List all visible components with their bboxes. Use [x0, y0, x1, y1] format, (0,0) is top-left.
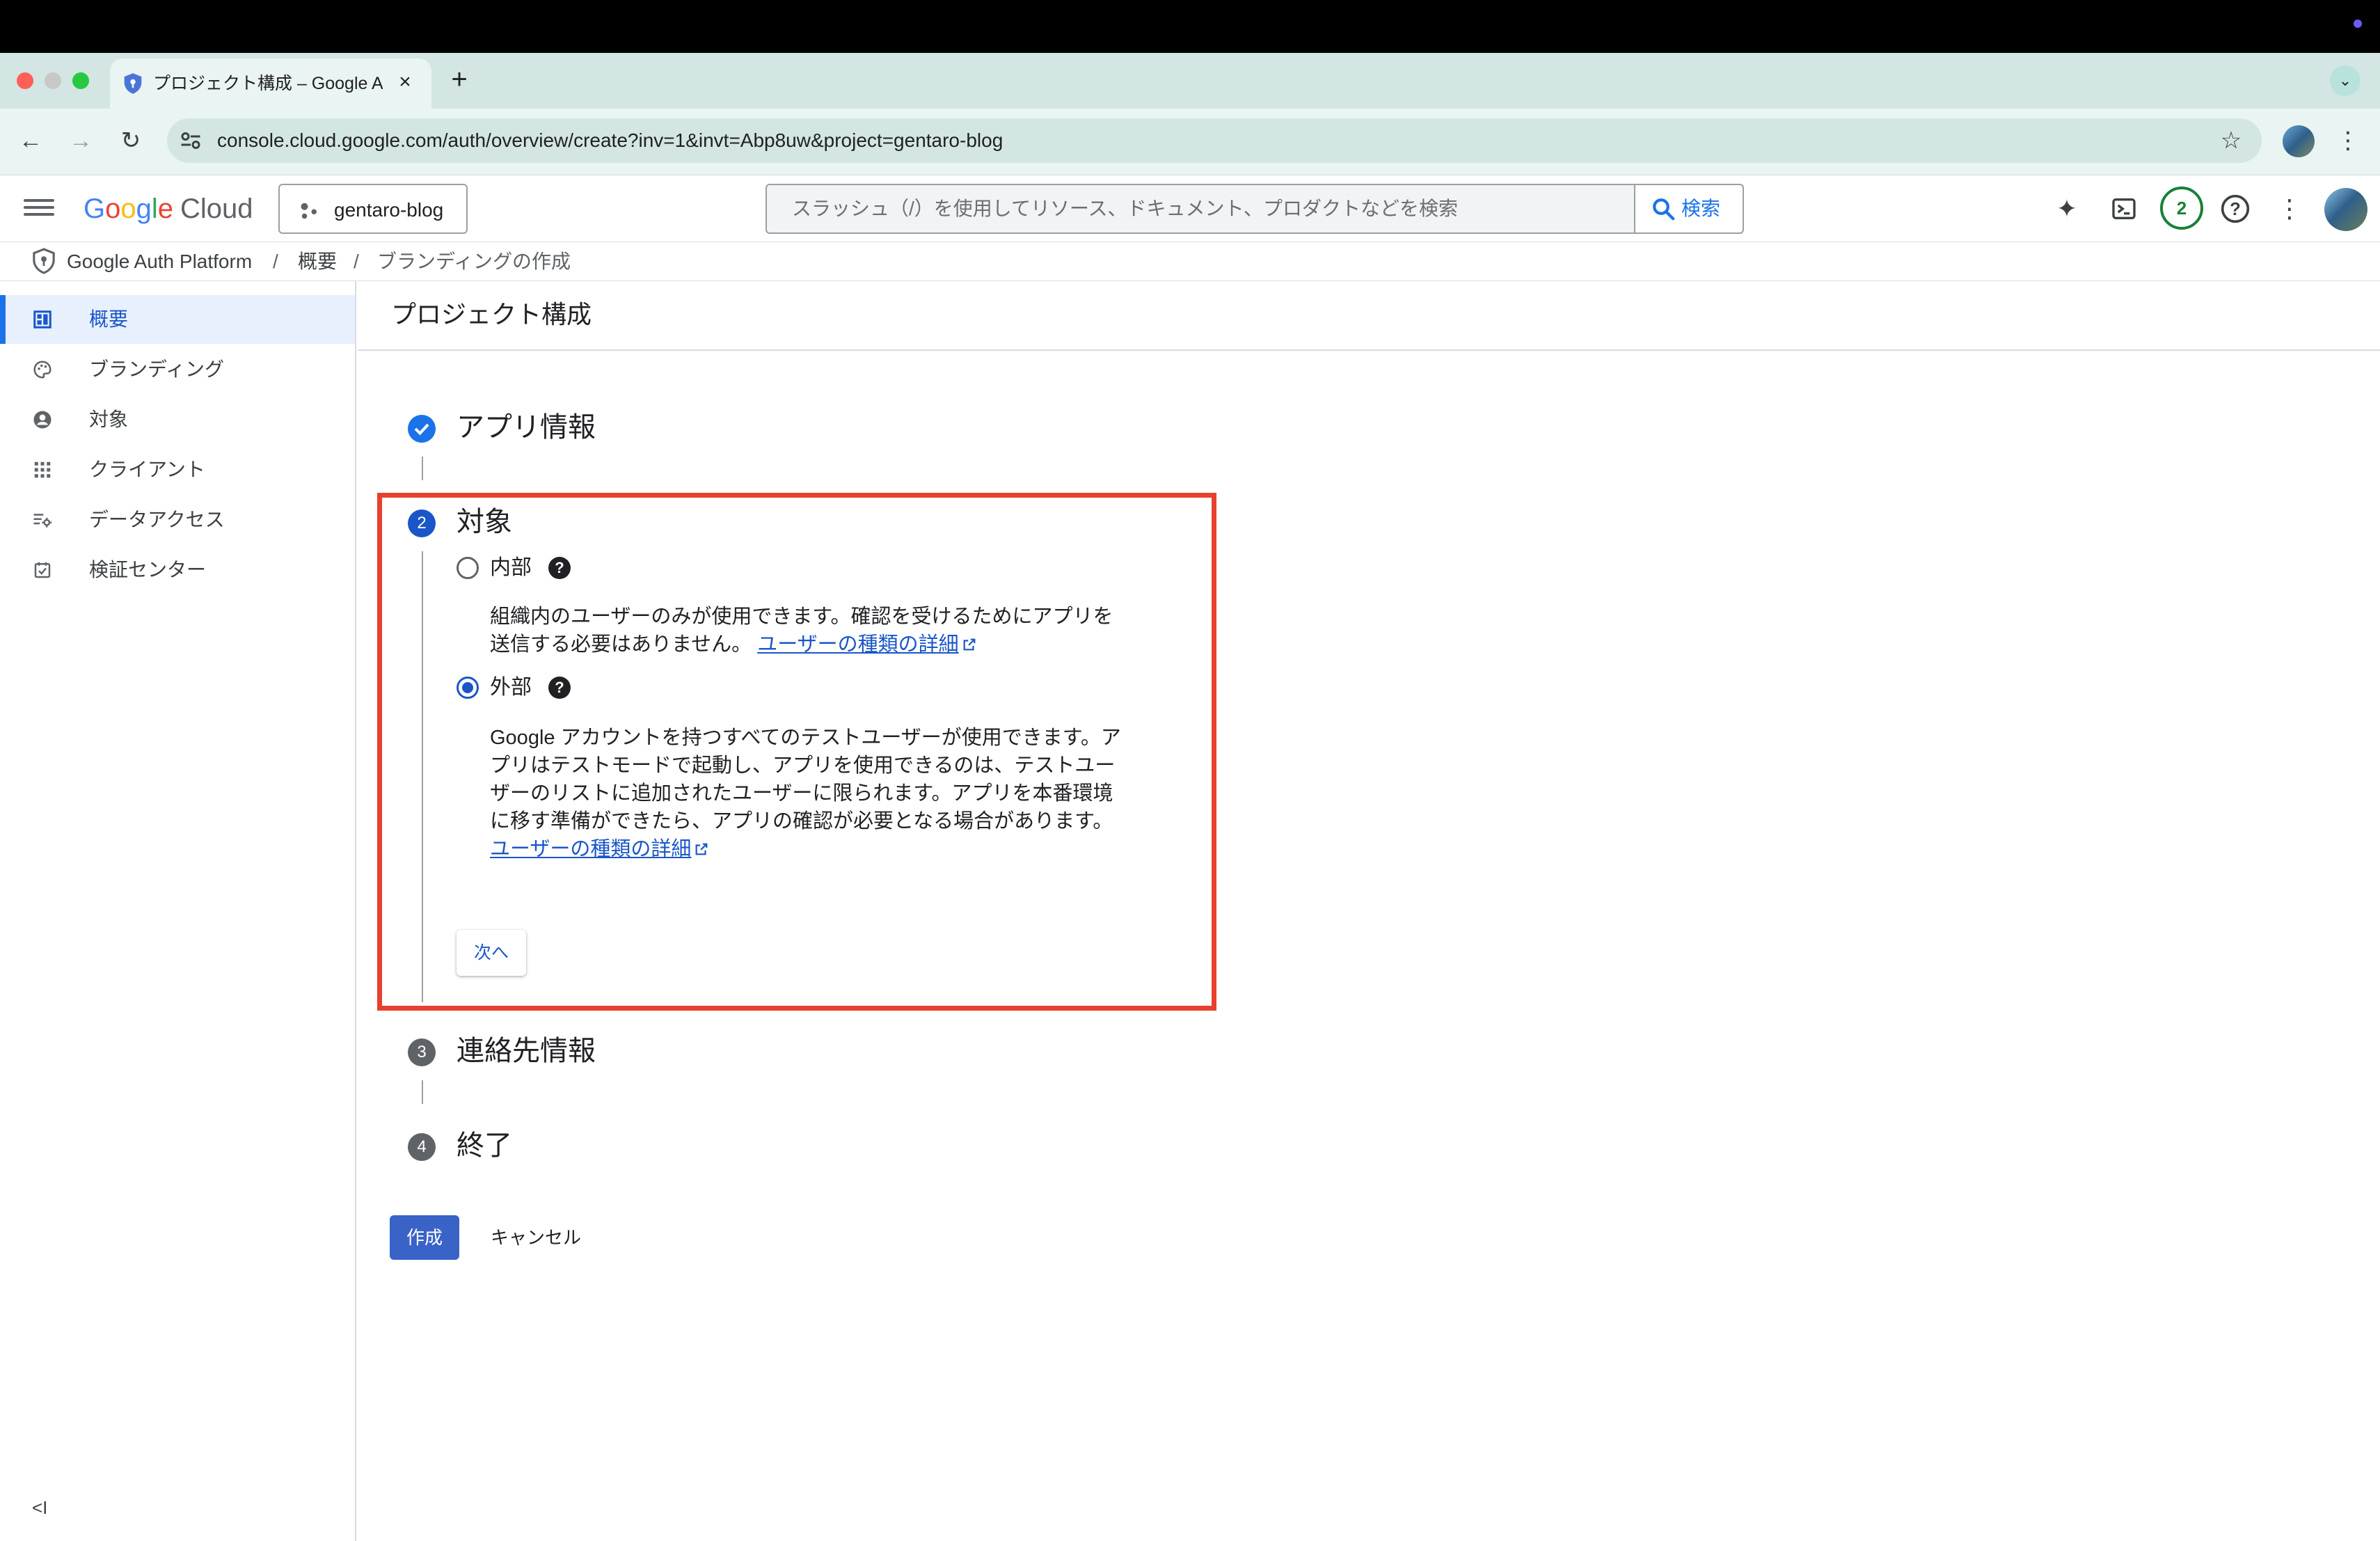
help-question-icon[interactable]: ?: [548, 557, 571, 579]
google-cloud-logo[interactable]: Google Cloud: [84, 191, 253, 227]
user-type-details-link-text: ユーザーの種類の詳細: [757, 633, 959, 656]
palette-icon: [33, 361, 51, 379]
hamburger-menu-icon[interactable]: [24, 195, 54, 223]
help-icon[interactable]: ?: [2217, 191, 2253, 227]
help-circle-icon: ?: [2221, 194, 2250, 223]
collapse-sidebar-icon[interactable]: <I: [32, 1495, 57, 1520]
sidebar-item-label: クライアント: [89, 459, 205, 480]
breadcrumb-separator: /: [273, 251, 278, 272]
sidebar-item-data-access[interactable]: データアクセス: [0, 496, 355, 544]
step-3-number: 3: [408, 1038, 436, 1066]
new-tab-button[interactable]: +: [444, 64, 475, 95]
auth-platform-shield-icon: [33, 248, 55, 274]
sidebar-item-label: データアクセス: [89, 509, 225, 530]
external-description-text: Google アカウントを持つすべてのテストユーザーが使用できます。アプリはテス…: [490, 727, 1121, 832]
site-info-icon[interactable]: [178, 128, 203, 153]
verified-checkbox-icon: [34, 562, 51, 578]
external-link-icon: [963, 638, 976, 651]
sidebar-item-label: ブランディング: [89, 358, 225, 380]
svg-text:?: ?: [2230, 200, 2241, 219]
step-complete-check-icon: [408, 415, 436, 443]
tab-search-button[interactable]: ⌄: [2330, 65, 2361, 96]
sidebar-item-label: 検証センター: [89, 559, 207, 580]
sidebar-item-branding[interactable]: ブランディング: [0, 345, 355, 394]
gemini-sparkle-icon[interactable]: ✦: [2049, 191, 2085, 227]
apps-grid-icon: [34, 461, 51, 478]
window-close-button[interactable]: [17, 72, 33, 89]
os-top-bar: [0, 0, 2380, 53]
breadcrumb-separator: /: [354, 251, 359, 272]
data-settings-icon: [33, 514, 52, 528]
radio-external-label[interactable]: 外部: [490, 674, 532, 702]
breadcrumb-item-current: ブランディングの作成: [377, 251, 571, 272]
window-zoom-button[interactable]: [72, 72, 89, 89]
radio-external[interactable]: [457, 677, 479, 699]
sidebar-item-verification-center[interactable]: 検証センター: [0, 546, 355, 594]
step-connector: [422, 1080, 423, 1104]
account-avatar[interactable]: [2324, 188, 2367, 231]
create-button[interactable]: 作成: [390, 1215, 459, 1260]
cloud-shell-terminal-icon[interactable]: [2106, 191, 2142, 227]
help-question-icon[interactable]: ?: [548, 677, 571, 699]
step-3-title[interactable]: 連絡先情報: [457, 1033, 596, 1069]
user-type-details-link[interactable]: ユーザーの種類の詳細: [490, 838, 709, 860]
tab-title: プロジェクト構成 – Google Auth Platform: [153, 74, 383, 93]
notifications-badge[interactable]: 2: [2160, 187, 2203, 230]
search-icon: [1653, 198, 1675, 221]
radio-internal[interactable]: [457, 557, 479, 579]
search-button[interactable]: 検索: [1634, 185, 1743, 232]
back-button[interactable]: ←: [14, 124, 47, 157]
terminal-icon: [2112, 198, 2136, 219]
step-connector: [422, 551, 423, 1002]
browser-tab-active[interactable]: プロジェクト構成 – Google Auth Platform ×: [110, 58, 431, 109]
step-2-title[interactable]: 対象: [457, 504, 512, 540]
sidebar: 概要 ブランディング 対象 クライアント データアクセス 検証センター: [0, 281, 356, 1541]
sidebar-item-clients[interactable]: クライアント: [0, 445, 355, 494]
url-text[interactable]: console.cloud.google.com/auth/overview/c…: [217, 128, 1003, 153]
radio-internal-label[interactable]: 内部: [490, 554, 532, 582]
reload-button[interactable]: ↻: [114, 124, 148, 157]
project-hub-icon: [301, 203, 317, 219]
status-indicator: [2354, 19, 2362, 28]
sidebar-item-overview[interactable]: 概要: [0, 295, 355, 344]
project-picker-button[interactable]: gentaro-blog: [278, 184, 468, 234]
project-name: gentaro-blog: [334, 199, 444, 221]
auth-shield-icon: [124, 73, 142, 94]
step-4-number: 4: [408, 1133, 436, 1161]
breadcrumb: Google Auth Platform / 概要 / ブランディングの作成: [0, 242, 2380, 281]
sidebar-item-label: 対象: [89, 409, 129, 430]
external-link-icon: [695, 843, 708, 855]
forward-button[interactable]: →: [64, 124, 97, 157]
external-description: Google アカウントを持つすべてのテストユーザーが使用できます。アプリはテス…: [490, 724, 1130, 863]
tab-close-icon[interactable]: ×: [392, 70, 418, 95]
search-button-label: 検索: [1681, 198, 1721, 219]
page-title: プロジェクト構成: [391, 300, 592, 329]
dashboard-icon: [33, 310, 51, 329]
more-options-icon[interactable]: ⋮: [2271, 191, 2308, 227]
breadcrumb-item-overview[interactable]: 概要: [298, 249, 337, 274]
window-minimize-button[interactable]: [45, 72, 61, 89]
console-search: 検索: [765, 184, 1744, 234]
browser-menu-icon[interactable]: ⋮: [2334, 124, 2362, 157]
step-2-number: 2: [408, 509, 436, 537]
address-bar[interactable]: console.cloud.google.com/auth/overview/c…: [167, 118, 2262, 163]
user-type-details-link[interactable]: ユーザーの種類の詳細: [757, 633, 976, 656]
step-connector: [422, 457, 423, 480]
cancel-button[interactable]: キャンセル: [480, 1215, 592, 1260]
step-4-title[interactable]: 終了: [457, 1128, 512, 1164]
user-type-details-link-text: ユーザーの種類の詳細: [490, 838, 692, 860]
account-circle-icon: [33, 411, 51, 429]
sidebar-item-audience[interactable]: 対象: [0, 395, 355, 444]
breadcrumb-item-auth-platform[interactable]: Google Auth Platform: [67, 249, 252, 274]
sidebar-item-label: 概要: [89, 308, 129, 330]
next-button[interactable]: 次へ: [457, 930, 526, 976]
step-1-title[interactable]: アプリ情報: [457, 409, 596, 445]
divider: [358, 349, 2380, 351]
internal-description: 組織内のユーザーのみが使用できます。確認を受けるためにアプリを送信する必要はあり…: [490, 603, 1130, 658]
browser-profile-avatar[interactable]: [2283, 125, 2315, 157]
bookmark-star-icon[interactable]: ☆: [2217, 125, 2245, 156]
search-input[interactable]: [767, 185, 1635, 232]
